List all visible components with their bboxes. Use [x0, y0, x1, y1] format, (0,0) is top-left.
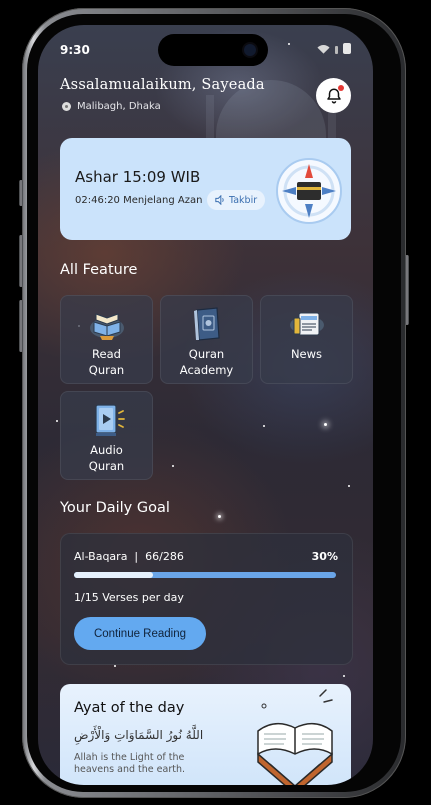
dynamic-island: [158, 34, 268, 66]
verses-per-day: 1/15 Verses per day: [74, 591, 184, 604]
feature-label: Audio: [90, 443, 123, 457]
ayat-title: Ayat of the day: [74, 700, 185, 716]
takbir-button[interactable]: Takbir: [207, 190, 266, 210]
continue-reading-button[interactable]: Continue Reading: [74, 617, 206, 650]
status-icons: [317, 43, 351, 54]
location-pin-icon: [62, 102, 71, 111]
feature-quran-academy[interactable]: Quran Academy: [160, 295, 253, 384]
feature-label: Quran: [88, 459, 125, 473]
signal-icon: [335, 46, 338, 54]
action-button: [19, 180, 23, 206]
star: [288, 43, 290, 45]
location: Malibagh, Dhaka: [62, 101, 161, 112]
feature-audio-quran[interactable]: Audio Quran: [60, 391, 153, 480]
star: [348, 485, 350, 487]
star: [263, 425, 265, 427]
app-screen: 9:30 Assalamualaikum, Sayeada Malibagh, …: [38, 25, 373, 785]
feature-label: Read: [92, 347, 121, 361]
star: [324, 423, 327, 426]
star: [114, 665, 116, 667]
news-icon: [290, 312, 324, 336]
location-text: Malibagh, Dhaka: [77, 101, 161, 112]
greeting-text: Assalamualaikum, Sayeada: [60, 77, 265, 93]
feature-label: Quran: [188, 347, 225, 361]
daily-goal-card: Al-Baqara | 66/286 30% 1/15 Verses per d…: [60, 533, 353, 665]
ayat-card[interactable]: Ayat of the day اللَّهُ نُورُ السَّمَاوَ…: [60, 684, 351, 785]
status-time: 9:30: [60, 43, 90, 57]
goal-surah: Al-Baqara | 66/286: [74, 550, 184, 563]
star: [343, 675, 345, 677]
features-title: All Feature: [60, 262, 138, 278]
prayer-countdown: 02:46:20 Menjelang Azan: [75, 195, 203, 206]
ayat-translation: Allah is the Light of the heavens and th…: [74, 752, 185, 775]
goal-percent: 30%: [311, 550, 338, 563]
daily-goal-title: Your Daily Goal: [60, 500, 170, 516]
kaaba-compass-icon: [276, 158, 342, 224]
feature-news[interactable]: News: [260, 295, 353, 384]
prayer-time-card[interactable]: Ashar 15:09 WIB 02:46:20 Menjelang Azan …: [60, 138, 351, 240]
feature-read-quran[interactable]: Read Quran: [60, 295, 153, 384]
notification-dot: [338, 85, 344, 91]
notification-button[interactable]: [316, 78, 351, 113]
read-quran-icon: [90, 313, 124, 340]
surah-separator: |: [130, 550, 142, 563]
star: [56, 420, 58, 422]
power-button: [405, 255, 409, 325]
prayer-title: Ashar 15:09 WIB: [75, 168, 201, 186]
goal-progress-bar: [74, 572, 336, 578]
audio-quran-icon: [95, 404, 125, 436]
quran-academy-icon: [194, 307, 220, 341]
surah-name: Al-Baqara: [74, 550, 128, 563]
volume-down-button: [19, 300, 23, 352]
camera-lens: [244, 44, 256, 56]
volume-up-button: [19, 235, 23, 287]
ayat-arabic: اللَّهُ نُورُ السَّمَاوَاتِ وَالْأَرْضِ: [74, 728, 204, 742]
goal-progress-fill: [74, 572, 153, 578]
feature-label: Academy: [179, 363, 234, 377]
feature-label: Quran: [88, 363, 125, 377]
open-quran-icon: [257, 689, 333, 785]
feature-label: News: [290, 347, 323, 361]
takbir-label: Takbir: [229, 194, 258, 206]
speaker-icon: [215, 195, 224, 205]
star: [172, 465, 174, 467]
star: [218, 515, 221, 518]
surah-progress: 66/286: [145, 550, 184, 563]
wifi-icon: [317, 45, 330, 54]
battery-icon: [343, 43, 351, 54]
